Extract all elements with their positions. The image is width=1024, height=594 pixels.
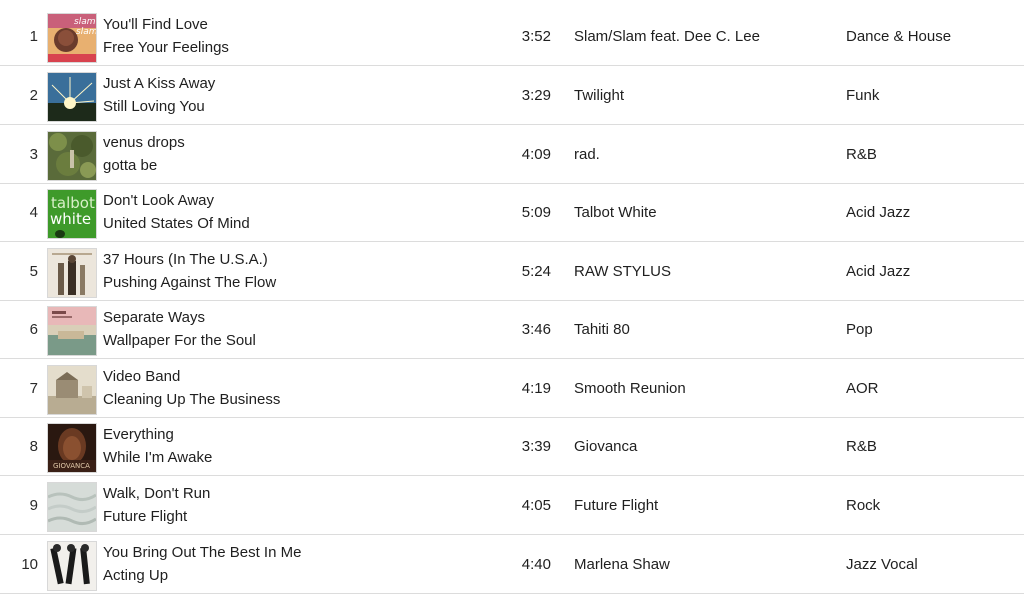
track-title: Just A Kiss Away: [103, 75, 216, 92]
track-album: Cleaning Up The Business: [103, 391, 281, 408]
svg-text:white: white: [50, 210, 91, 228]
album-artwork-icon[interactable]: [47, 248, 97, 298]
track-album: Still Loving You: [103, 98, 205, 115]
track-genre: Acid Jazz: [846, 263, 911, 280]
track-number: 6: [29, 321, 38, 338]
track-row[interactable]: 3 venus drops gotta be 4:09 rad. R&B: [0, 126, 1024, 184]
track-row[interactable]: 8 GIOVANCA Everything While I'm Awake 3:…: [0, 418, 1024, 476]
track-title: 37 Hours (In The U.S.A.): [103, 251, 268, 268]
album-artwork-icon[interactable]: [47, 541, 97, 591]
svg-text:GIOVANCA: GIOVANCA: [53, 462, 90, 470]
track-artist: Smooth Reunion: [574, 380, 686, 397]
track-title: Walk, Don't Run: [103, 485, 211, 502]
track-genre: Funk: [846, 87, 880, 104]
track-genre: AOR: [846, 380, 879, 397]
track-row[interactable]: 2 Just A Kiss Away Still Loving You 3:29…: [0, 67, 1024, 125]
album-artwork-icon[interactable]: [47, 72, 97, 122]
album-artwork-icon[interactable]: [47, 306, 97, 356]
track-artist: Giovanca: [574, 438, 638, 455]
track-number: 2: [29, 87, 38, 104]
track-number: 7: [29, 380, 38, 397]
track-genre: R&B: [846, 438, 877, 455]
track-genre: Dance & House: [846, 28, 952, 45]
track-number: 9: [29, 497, 38, 514]
track-time: 3:39: [521, 438, 551, 455]
track-time: 5:24: [521, 263, 551, 280]
svg-text:slam: slam: [76, 27, 96, 37]
track-title: You'll Find Love: [103, 16, 208, 33]
track-album: While I'm Awake: [103, 449, 213, 466]
album-artwork-icon[interactable]: [47, 482, 97, 532]
track-title: You Bring Out The Best In Me: [103, 544, 302, 561]
track-artist: Future Flight: [574, 497, 659, 514]
track-time: 4:05: [521, 497, 551, 514]
track-row[interactable]: 1 slam slam You'll Find Love Free Your F…: [0, 8, 1024, 66]
track-genre: Pop: [846, 321, 873, 338]
track-album: Acting Up: [103, 567, 169, 584]
track-row[interactable]: 4 talbot white Don't Look Away United St…: [0, 184, 1024, 242]
track-genre: Jazz Vocal: [846, 556, 918, 573]
track-row[interactable]: 6 Separate Ways Wallpaper For the Soul 3…: [0, 301, 1024, 359]
track-row[interactable]: 5 37 Hours (In The U.S.A.) Pushing Again…: [0, 243, 1024, 301]
track-artist: rad.: [574, 146, 600, 163]
track-album: Free Your Feelings: [103, 39, 229, 56]
track-album: Wallpaper For the Soul: [103, 332, 256, 349]
track-time: 3:29: [521, 87, 551, 104]
track-number: 5: [29, 263, 38, 280]
track-number: 4: [29, 204, 38, 221]
track-genre: R&B: [846, 146, 877, 163]
track-time: 3:52: [521, 28, 551, 45]
track-artist: Tahiti 80: [574, 321, 630, 338]
track-genre: Rock: [846, 497, 881, 514]
track-artist: Talbot White: [574, 204, 657, 221]
track-album: Future Flight: [103, 508, 188, 525]
album-artwork-icon[interactable]: GIOVANCA: [47, 423, 97, 473]
track-artist: Twilight: [574, 87, 625, 104]
track-title: Video Band: [103, 368, 181, 385]
album-artwork-icon[interactable]: [47, 131, 97, 181]
track-list: 1 slam slam You'll Find Love Free Your F…: [0, 0, 1024, 594]
track-time: 3:46: [521, 321, 551, 338]
album-artwork-icon[interactable]: slam slam: [47, 13, 97, 63]
track-number: 8: [29, 438, 38, 455]
track-title: Everything: [103, 426, 174, 443]
track-title: Don't Look Away: [103, 192, 214, 209]
track-title: Separate Ways: [103, 309, 205, 326]
track-time: 5:09: [521, 204, 551, 221]
track-time: 4:40: [521, 556, 551, 573]
track-album: Pushing Against The Flow: [103, 274, 277, 291]
svg-text:slam: slam: [74, 17, 96, 27]
track-row[interactable]: 10 You Bring Out The Best In Me Acting U…: [0, 536, 1024, 594]
track-album: gotta be: [103, 157, 158, 174]
track-row[interactable]: 9 Walk, Don't Run Future Flight 4:05 Fut…: [0, 477, 1024, 535]
track-title: venus drops: [103, 134, 185, 151]
track-number: 3: [29, 146, 38, 163]
track-artist: RAW STYLUS: [574, 263, 671, 280]
track-genre: Acid Jazz: [846, 204, 911, 221]
track-number: 10: [21, 556, 38, 573]
album-artwork-icon[interactable]: [47, 365, 97, 415]
track-time: 4:19: [521, 380, 551, 397]
track-time: 4:09: [521, 146, 551, 163]
track-number: 1: [29, 28, 38, 45]
track-album: United States Of Mind: [103, 215, 250, 232]
track-row[interactable]: 7 Video Band Cleaning Up The Business 4:…: [0, 360, 1024, 418]
track-artist: Marlena Shaw: [574, 556, 670, 573]
track-artist: Slam/Slam feat. Dee C. Lee: [574, 28, 760, 45]
album-artwork-icon[interactable]: talbot white: [47, 189, 97, 239]
